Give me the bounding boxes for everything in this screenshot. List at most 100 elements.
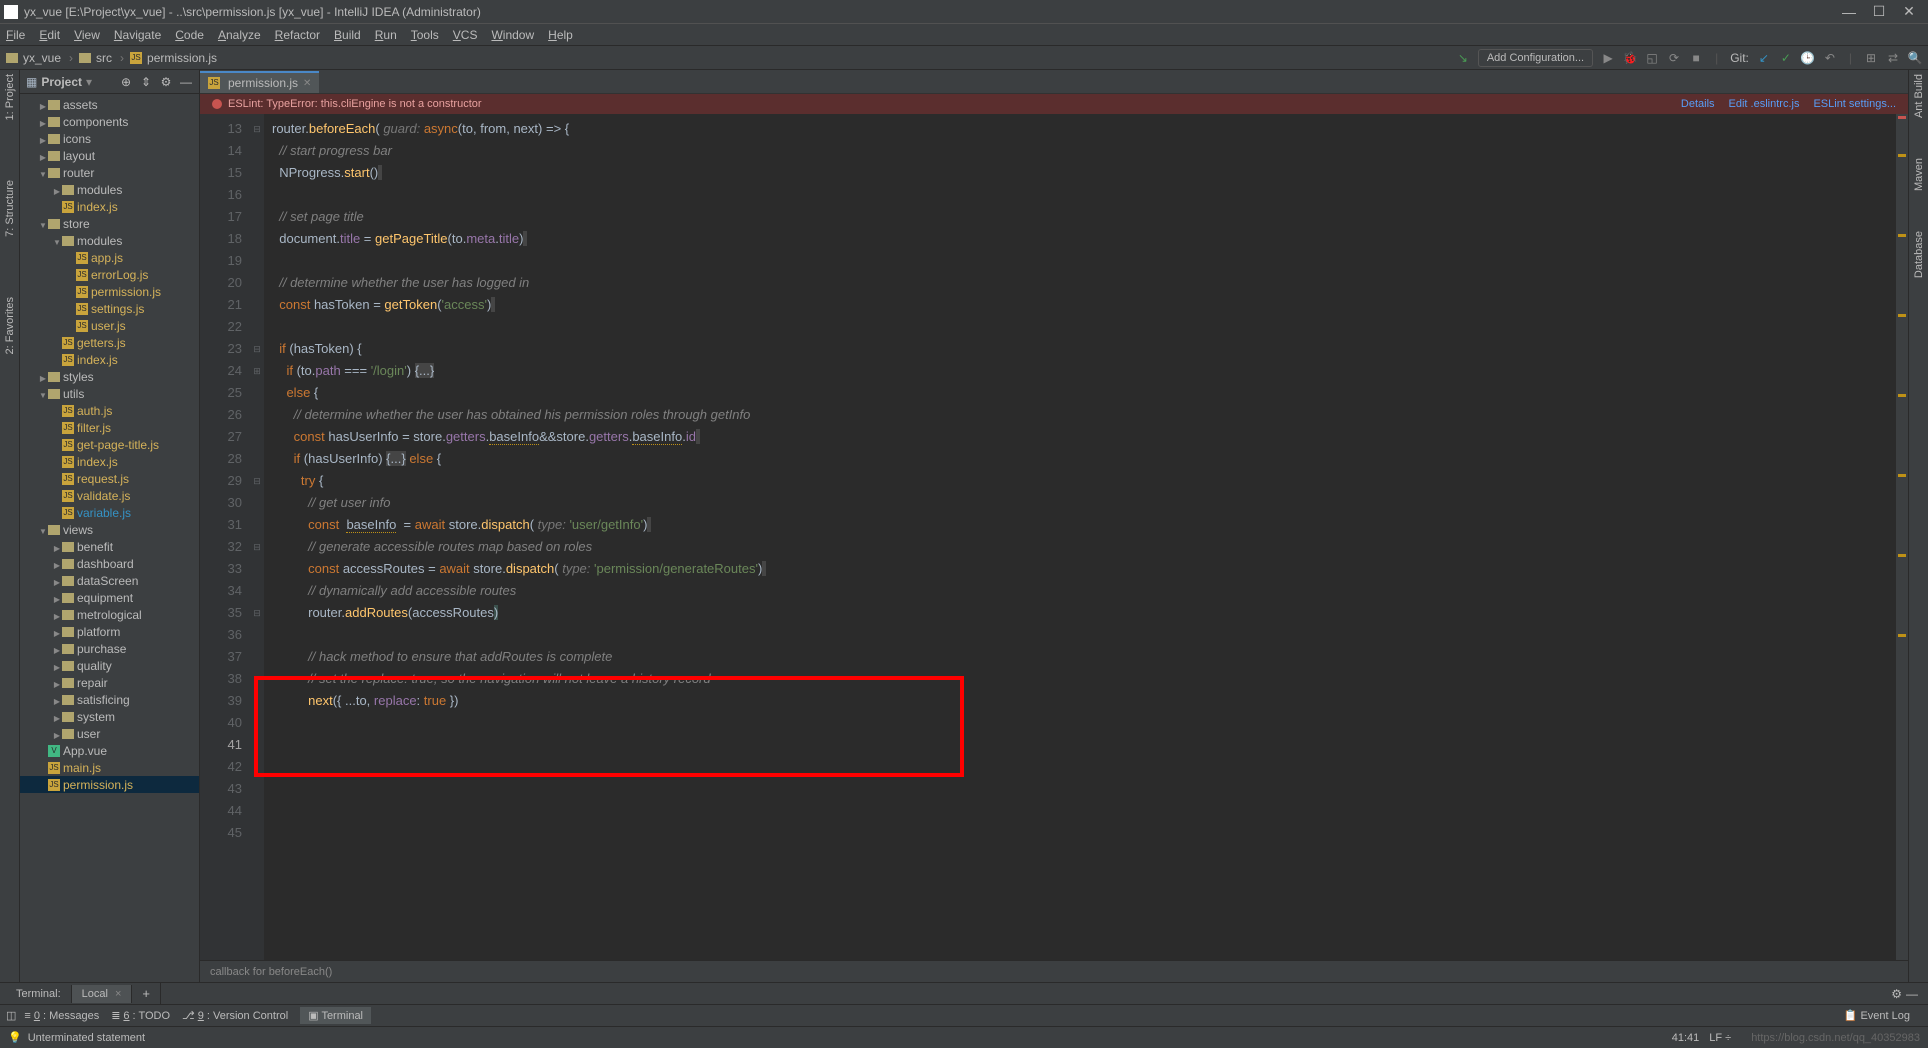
code-line[interactable]: [272, 316, 1896, 338]
menu-navigate[interactable]: Navigate: [114, 28, 161, 42]
code-line[interactable]: // set page title: [272, 206, 1896, 228]
bottom-tab-terminal[interactable]: ▣ Terminal: [300, 1007, 371, 1024]
debug-icon[interactable]: 🐞: [1623, 51, 1637, 65]
editor-breadcrumb[interactable]: callback for beforeEach(): [200, 960, 1908, 982]
chevron-icon[interactable]: [38, 523, 48, 537]
rail-ant-build[interactable]: Ant Build: [1913, 74, 1925, 118]
chevron-icon[interactable]: [52, 676, 62, 690]
menu-file[interactable]: File: [6, 28, 25, 42]
breadcrumb-item[interactable]: yx_vue: [6, 51, 61, 65]
tree-item[interactable]: system: [20, 708, 199, 725]
code-line[interactable]: const hasUserInfo = store.getters.baseIn…: [272, 426, 1896, 448]
run-icon[interactable]: ▶: [1601, 51, 1615, 65]
git-revert-icon[interactable]: ↶: [1823, 51, 1837, 65]
build-icon[interactable]: ↘: [1456, 51, 1470, 65]
tree-item[interactable]: repair: [20, 674, 199, 691]
menu-help[interactable]: Help: [548, 28, 573, 42]
tree-item[interactable]: user: [20, 725, 199, 742]
code-line[interactable]: // start progress bar: [272, 140, 1896, 162]
tree-item[interactable]: benefit: [20, 538, 199, 555]
error-link-details[interactable]: Details: [1681, 98, 1715, 110]
chevron-icon[interactable]: [38, 98, 48, 112]
minimize-button[interactable]: —: [1834, 4, 1864, 20]
chevron-icon[interactable]: [38, 387, 48, 401]
chevron-icon[interactable]: [52, 693, 62, 707]
code-line[interactable]: if (hasToken) {: [272, 338, 1896, 360]
breadcrumb-item[interactable]: JSpermission.js: [116, 51, 217, 65]
breadcrumb-item[interactable]: src: [65, 51, 112, 65]
tree-item[interactable]: store: [20, 215, 199, 232]
tree-item[interactable]: metrological: [20, 606, 199, 623]
tree-item[interactable]: modules: [20, 232, 199, 249]
tree-item[interactable]: layout: [20, 147, 199, 164]
code-line[interactable]: if (to.path === '/login') {...}: [272, 360, 1896, 382]
tree-item[interactable]: assets: [20, 96, 199, 113]
code-line[interactable]: // get user info: [272, 492, 1896, 514]
profile-icon[interactable]: ⟳: [1667, 51, 1681, 65]
chevron-icon[interactable]: [38, 166, 48, 180]
tree-item[interactable]: JSsettings.js: [20, 300, 199, 317]
rail-structure[interactable]: 7: Structure: [4, 180, 16, 237]
tree-item[interactable]: JSerrorLog.js: [20, 266, 199, 283]
editor-tab[interactable]: JS permission.js ✕: [200, 71, 319, 93]
menu-window[interactable]: Window: [491, 28, 534, 42]
terminal-hide-icon[interactable]: —: [1906, 987, 1918, 1001]
code-area[interactable]: 1314151617181920212223242526272829303132…: [200, 114, 1908, 960]
tree-item[interactable]: satisficing: [20, 691, 199, 708]
rail-database[interactable]: Database: [1913, 231, 1925, 278]
chevron-icon[interactable]: [38, 115, 48, 129]
tool-window-toggle-icon[interactable]: ◫: [6, 1009, 16, 1022]
tree-item[interactable]: JSget-page-title.js: [20, 436, 199, 453]
code-line[interactable]: else {: [272, 382, 1896, 404]
code-line[interactable]: next({ ...to, replace: true }): [272, 690, 1896, 712]
terminal-settings-icon[interactable]: ⚙: [1891, 987, 1902, 1001]
terminal-label[interactable]: Terminal:: [6, 985, 72, 1003]
chevron-icon[interactable]: [52, 574, 62, 588]
tree-item[interactable]: VApp.vue: [20, 742, 199, 759]
code-line[interactable]: [272, 184, 1896, 206]
tree-item[interactable]: JSindex.js: [20, 351, 199, 368]
terminal-add-tab[interactable]: +: [132, 983, 161, 1004]
tree-item[interactable]: JSvalidate.js: [20, 487, 199, 504]
coverage-icon[interactable]: ◱: [1645, 51, 1659, 65]
tree-item[interactable]: equipment: [20, 589, 199, 606]
menu-run[interactable]: Run: [375, 28, 397, 42]
tree-item[interactable]: JSapp.js: [20, 249, 199, 266]
tree-item[interactable]: JSpermission.js: [20, 776, 199, 793]
code-line[interactable]: NProgress.start(): [272, 162, 1896, 184]
maximize-button[interactable]: ☐: [1864, 3, 1894, 20]
chevron-icon[interactable]: [52, 642, 62, 656]
tree-item[interactable]: modules: [20, 181, 199, 198]
close-icon[interactable]: ✕: [303, 78, 311, 89]
code-line[interactable]: document.title = getPageTitle(to.meta.ti…: [272, 228, 1896, 250]
chevron-icon[interactable]: [52, 727, 62, 741]
tree-item[interactable]: JSpermission.js: [20, 283, 199, 300]
tree-item[interactable]: JSindex.js: [20, 198, 199, 215]
editor-scrollbar[interactable]: [1896, 114, 1908, 960]
rail-maven[interactable]: Maven: [1913, 158, 1925, 191]
error-link-settings[interactable]: ESLint settings...: [1813, 98, 1896, 110]
tree-item[interactable]: icons: [20, 130, 199, 147]
code-line[interactable]: [272, 624, 1896, 646]
menu-edit[interactable]: Edit: [39, 28, 60, 42]
menu-view[interactable]: View: [74, 28, 100, 42]
bulb-icon[interactable]: 💡: [8, 1031, 22, 1044]
tree-item[interactable]: JSuser.js: [20, 317, 199, 334]
sidebar-collapse-icon[interactable]: ⇕: [139, 75, 153, 89]
tree-item[interactable]: router: [20, 164, 199, 181]
code-line[interactable]: router.addRoutes(accessRoutes): [272, 602, 1896, 624]
tree-item[interactable]: styles: [20, 368, 199, 385]
rail-project[interactable]: 1: Project: [4, 74, 16, 120]
tree-item[interactable]: platform: [20, 623, 199, 640]
tree-item[interactable]: utils: [20, 385, 199, 402]
sidebar-settings-icon[interactable]: ⚙: [159, 75, 173, 89]
code-line[interactable]: // determine whether the user has logged…: [272, 272, 1896, 294]
code-line[interactable]: // dynamically add accessible routes: [272, 580, 1896, 602]
git-history-icon[interactable]: 🕒: [1801, 51, 1815, 65]
caret-position[interactable]: 41:41: [1672, 1032, 1700, 1044]
menu-refactor[interactable]: Refactor: [275, 28, 320, 42]
tree-item[interactable]: JSfilter.js: [20, 419, 199, 436]
chevron-icon[interactable]: [38, 132, 48, 146]
rail-favorites[interactable]: 2: Favorites: [4, 297, 16, 354]
menu-vcs[interactable]: VCS: [453, 28, 478, 42]
